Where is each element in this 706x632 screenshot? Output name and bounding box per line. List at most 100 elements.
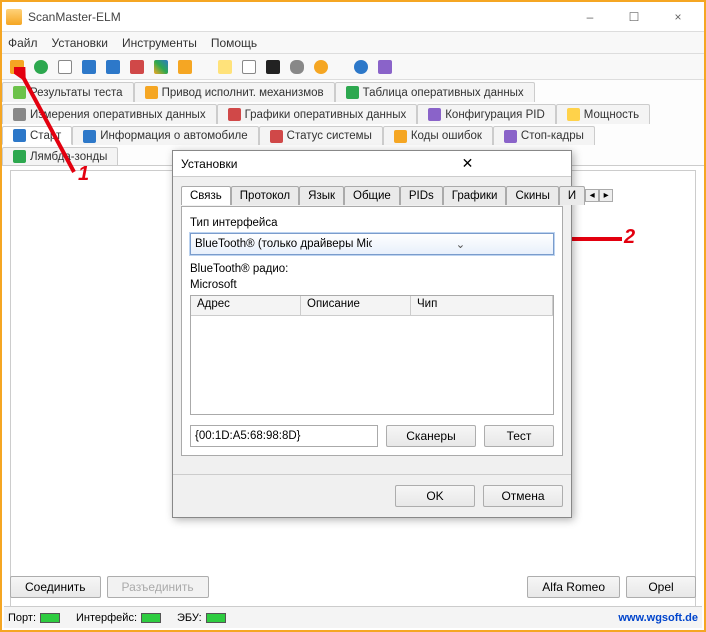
tool-palette-icon[interactable] — [152, 58, 170, 76]
bt-radio-label: BlueTooth® радио: — [190, 263, 554, 275]
settings-dialog: Установки ✕ СвязьПротоколЯзыкОбщиеPIDsГр… — [172, 150, 572, 518]
subtab-label: Старт — [30, 130, 61, 142]
dialog-tab-протокол[interactable]: Протокол — [231, 186, 299, 205]
bt-radio-value: Microsoft — [190, 279, 554, 291]
ecu-led — [206, 613, 226, 623]
brand-opel-button[interactable]: Opel — [626, 576, 696, 598]
dialog-close-button[interactable]: ✕ — [372, 155, 563, 172]
subtab-label: Лямбда-зонды — [30, 151, 107, 163]
brand-alfa-button[interactable]: Alfa Romeo — [527, 576, 620, 598]
subtab-icon — [13, 150, 26, 163]
menu-settings[interactable]: Установки — [52, 36, 108, 50]
subtab-icon — [567, 108, 580, 121]
dialog-titlebar: Установки ✕ — [173, 151, 571, 177]
close-button[interactable]: × — [656, 3, 700, 31]
status-url[interactable]: www.wgsoft.de — [618, 612, 698, 624]
subtab-icon — [504, 130, 517, 143]
ok-button[interactable]: OK — [395, 485, 475, 507]
chevron-down-icon: ⌄ — [372, 237, 549, 251]
dialog-tabstrip: СвязьПротоколЯзыкОбщиеPIDsГрафикиСкиныИ … — [181, 185, 563, 207]
subtab-коды-ошибок[interactable]: Коды ошибок — [383, 126, 493, 145]
test-button[interactable]: Тест — [484, 425, 554, 447]
tool-info-icon[interactable] — [352, 58, 370, 76]
dialog-tab-pids[interactable]: PIDs — [400, 186, 443, 205]
subtab-стоп-кадры[interactable]: Стоп-кадры — [493, 126, 595, 145]
tool-disk-icon[interactable] — [312, 58, 330, 76]
subtab-графики-оперативных-данных[interactable]: Графики оперативных данных — [217, 104, 418, 124]
dialog-tab-связь[interactable]: Связь — [181, 186, 231, 205]
grid-col-address[interactable]: Адрес — [191, 296, 301, 315]
subtab-старт[interactable]: Старт — [2, 126, 72, 145]
subtab-конфигурация-pid[interactable]: Конфигурация PID — [417, 104, 556, 124]
dialog-tab-и[interactable]: И — [559, 186, 585, 205]
grid-col-chip[interactable]: Чип — [411, 296, 553, 315]
bottom-bar: Соединить Разъединить Alfa Romeo Opel — [10, 576, 696, 598]
tool-table2-icon[interactable] — [104, 58, 122, 76]
subtab-label: Информация о автомобиле — [100, 130, 247, 142]
subtab-icon — [270, 130, 283, 143]
subtab-label: Конфигурация PID — [445, 109, 545, 121]
tool-exit-icon[interactable] — [376, 58, 394, 76]
tab-scroll-left[interactable]: ◂ — [585, 189, 599, 202]
subtab-label: Статус системы — [287, 130, 372, 142]
cancel-button[interactable]: Отмена — [483, 485, 563, 507]
interface-type-label: Тип интерфейса — [190, 217, 278, 229]
menu-file[interactable]: Файл — [8, 36, 38, 50]
device-grid[interactable]: Адрес Описание Чип — [190, 295, 554, 415]
minimize-button[interactable]: – — [568, 3, 612, 31]
app-icon — [6, 9, 22, 25]
subtab-label: Графики оперативных данных — [245, 109, 407, 121]
maximize-button[interactable]: ☐ — [612, 3, 656, 31]
tool-globe-icon[interactable] — [32, 58, 50, 76]
dialog-title: Установки — [181, 157, 372, 171]
subtab-мощность[interactable]: Мощность — [556, 104, 650, 124]
status-ecu-label: ЭБУ: — [177, 612, 202, 624]
subtab-привод-исполнит-механизмов[interactable]: Привод исполнит. механизмов — [134, 82, 335, 102]
subtab-icon — [13, 86, 26, 99]
address-input[interactable]: {00:1D:A5:68:98:8D} — [190, 425, 378, 447]
tool-terminal-icon[interactable] — [264, 58, 282, 76]
tool-note-icon[interactable] — [216, 58, 234, 76]
subtab-icon — [346, 86, 359, 99]
port-led — [40, 613, 60, 623]
subtab-label: Коды ошибок — [411, 130, 482, 142]
dialog-tab-графики[interactable]: Графики — [443, 186, 507, 205]
toolbar — [2, 54, 704, 80]
status-iface-label: Интерфейс: — [76, 612, 137, 624]
dialog-panel: Тип интерфейса BlueTooth® (только драйве… — [181, 207, 563, 456]
tab-scroll-right[interactable]: ▸ — [599, 189, 613, 202]
subtab-статус-системы[interactable]: Статус системы — [259, 126, 383, 145]
dialog-tab-язык[interactable]: Язык — [299, 186, 344, 205]
menu-help[interactable]: Помощь — [211, 36, 257, 50]
tool-chart-icon[interactable] — [128, 58, 146, 76]
subtab-измерения-оперативных-данных[interactable]: Измерения оперативных данных — [2, 104, 217, 124]
tool-chat-icon[interactable] — [240, 58, 258, 76]
tool-connect-icon[interactable] — [8, 58, 26, 76]
subtab-icon — [13, 108, 26, 121]
subtab-label: Стоп-кадры — [521, 130, 584, 142]
subtab-label: Привод исполнит. механизмов — [162, 87, 324, 99]
interface-type-value: BlueTooth® (только драйверы Microsoft, B… — [195, 238, 372, 250]
tool-pill-icon[interactable] — [288, 58, 306, 76]
iface-led — [141, 613, 161, 623]
subtab-таблица-оперативных-данных[interactable]: Таблица оперативных данных — [335, 82, 535, 102]
subtab-результаты-теста[interactable]: Результаты теста — [2, 82, 134, 102]
menu-tools[interactable]: Инструменты — [122, 36, 197, 50]
grid-col-desc[interactable]: Описание — [301, 296, 411, 315]
dialog-tab-общие[interactable]: Общие — [344, 186, 400, 205]
subtab-информация-о-автомобиле[interactable]: Информация о автомобиле — [72, 126, 258, 145]
subtab-label: Мощность — [584, 109, 639, 121]
subtab-лямбда-зонды[interactable]: Лямбда-зонды — [2, 147, 118, 165]
tool-table1-icon[interactable] — [80, 58, 98, 76]
status-port-label: Порт: — [8, 612, 36, 624]
subtab-label: Таблица оперативных данных — [363, 87, 524, 99]
tool-doc-icon[interactable] — [56, 58, 74, 76]
subtab-icon — [428, 108, 441, 121]
connect-button[interactable]: Соединить — [10, 576, 101, 598]
scanners-button[interactable]: Сканеры — [386, 425, 476, 447]
subtab-icon — [394, 130, 407, 143]
tool-usb-icon[interactable] — [176, 58, 194, 76]
subtab-icon — [13, 129, 26, 142]
interface-type-combo[interactable]: BlueTooth® (только драйверы Microsoft, B… — [190, 233, 554, 255]
dialog-tab-скины[interactable]: Скины — [506, 186, 558, 205]
